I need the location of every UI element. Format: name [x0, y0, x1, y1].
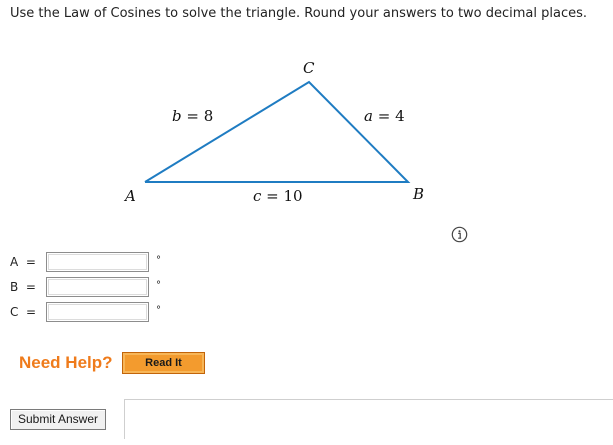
angle-b-degree-unit: ° [156, 280, 161, 291]
angle-b-label: B = [10, 280, 36, 294]
side-a-name: a [364, 107, 373, 125]
side-b-name: b [172, 107, 182, 125]
vertex-label-b: B [412, 185, 424, 203]
side-b-value: 8 [204, 107, 214, 125]
angle-c-degree-unit: ° [156, 305, 161, 316]
vertex-label-c: C [303, 59, 315, 77]
angle-a-degree-unit: ° [156, 255, 161, 266]
side-label-c: c = 10 [253, 187, 303, 205]
triangle-figure: C A B b = 8 a = 4 c = 10 [123, 59, 424, 205]
vertex-label-a: A [123, 187, 136, 205]
submit-answer-button[interactable]: Submit Answer [10, 409, 106, 430]
answer-row-angle-b: B = ° [0, 277, 200, 299]
side-a-value: 4 [395, 107, 405, 125]
angle-c-label: C = [10, 305, 37, 319]
side-c-equals: = [261, 187, 283, 205]
triangle-outline [144, 80, 411, 183]
angle-b-input[interactable] [46, 277, 149, 297]
read-it-button[interactable]: Read It [122, 352, 205, 374]
side-label-b: b = 8 [172, 107, 213, 125]
side-label-a: a = 4 [364, 107, 405, 125]
angle-c-input[interactable] [46, 302, 149, 322]
side-b-equals: = [182, 107, 204, 125]
need-help-label: Need Help? [19, 353, 113, 372]
angle-a-input[interactable] [46, 252, 149, 272]
info-circle-icon[interactable] [451, 226, 468, 243]
angle-a-label: A = [10, 255, 36, 269]
submit-divider-horizontal [124, 399, 613, 400]
side-a-equals: = [373, 107, 395, 125]
submit-divider-vertical [124, 399, 125, 439]
submit-panel: Submit Answer [0, 399, 613, 445]
side-c-value: 10 [284, 187, 303, 205]
answer-row-angle-a: A = ° [0, 252, 200, 274]
answer-row-angle-c: C = ° [0, 302, 200, 324]
